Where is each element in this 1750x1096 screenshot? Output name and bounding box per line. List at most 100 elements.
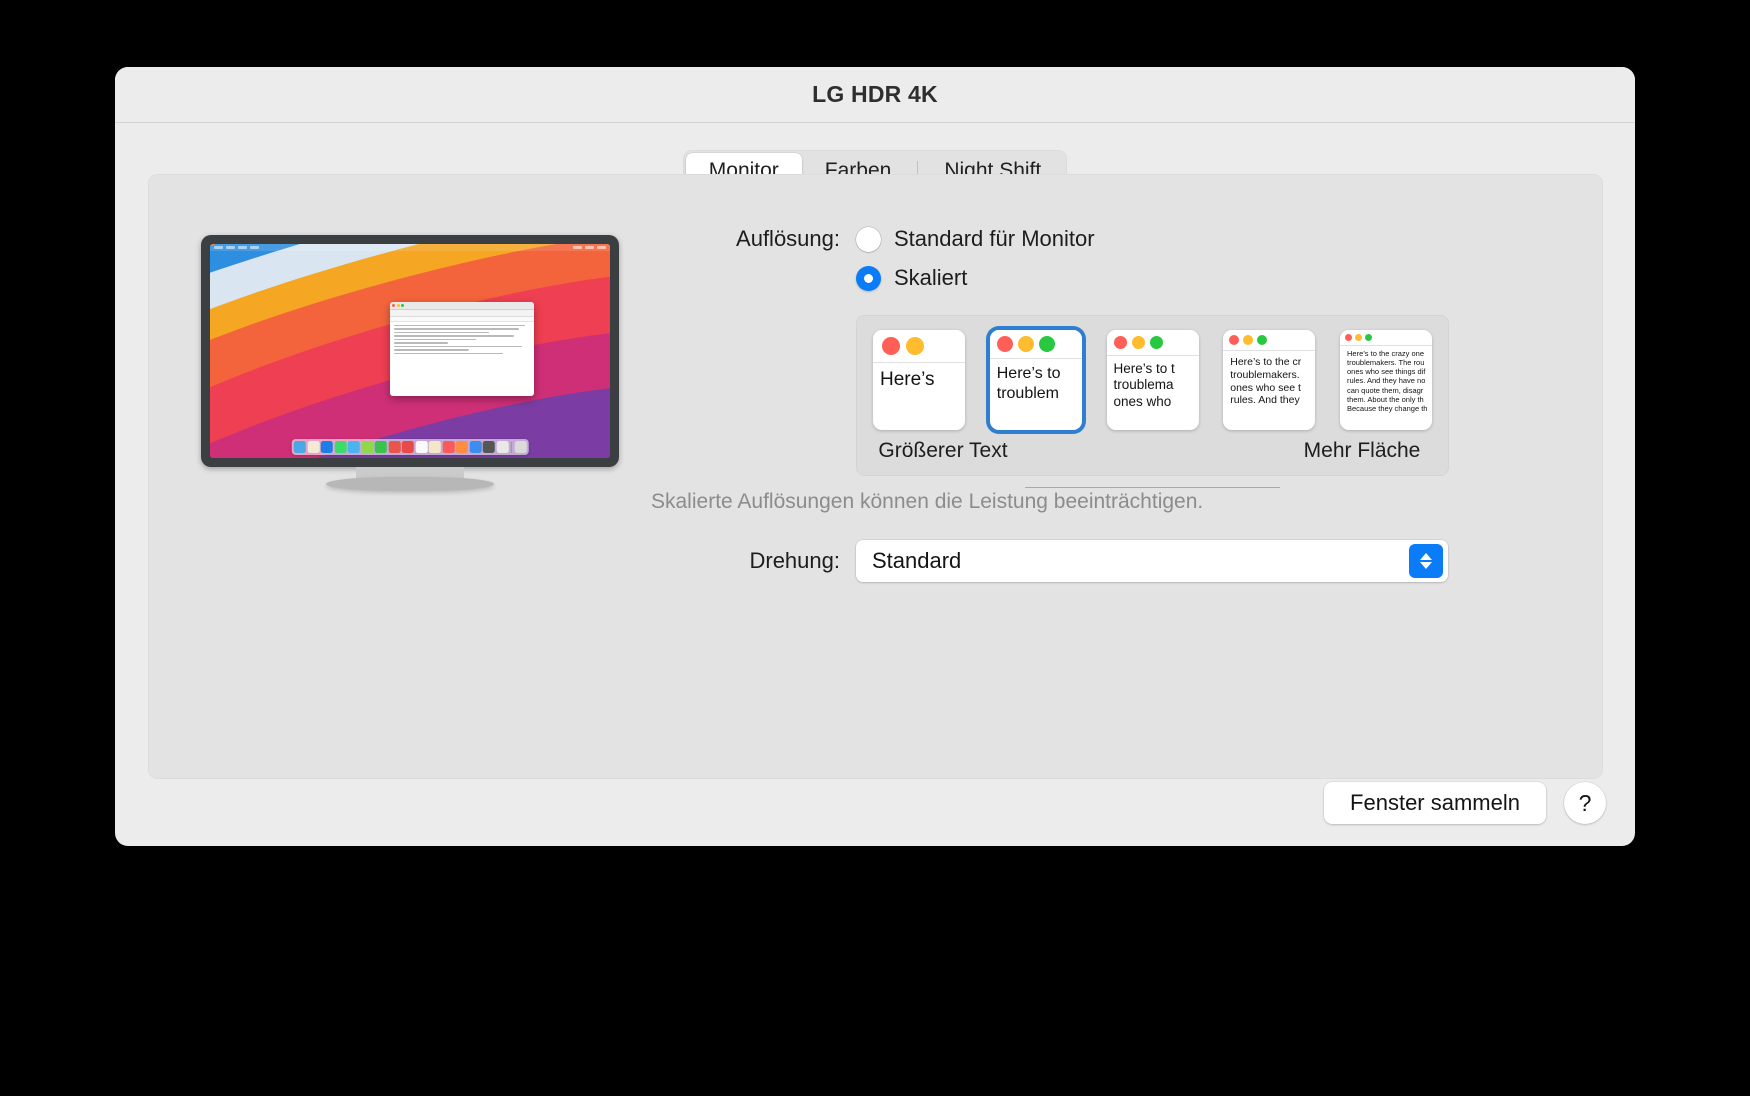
- text-line: [394, 331, 490, 334]
- help-button[interactable]: ?: [1564, 782, 1606, 824]
- dock-icon-calendar: [388, 441, 401, 453]
- monitor-bezel: [201, 235, 619, 467]
- scale-label-larger-text: Größerer Text: [878, 439, 1008, 462]
- chevron-down-icon: [1420, 561, 1432, 569]
- close-icon: [1229, 335, 1240, 345]
- text-line: [394, 335, 514, 337]
- preview-dock: [291, 439, 529, 455]
- resolution-thumbnail-3[interactable]: Here’s to the cr troublemakers. ones who…: [1223, 330, 1316, 430]
- resolution-thumbnail-list: Here’s Here’s to troublem Here’s to t tr…: [873, 330, 1432, 430]
- thumbnail-text: Here’s: [880, 369, 935, 390]
- close-icon: [392, 303, 395, 307]
- maximize-icon: [401, 303, 404, 307]
- resolution-thumbnail-2[interactable]: Here’s to t troublema ones who: [1106, 330, 1199, 430]
- resolution-picker: Here’s Here’s to troublem Here’s to t tr…: [856, 315, 1449, 488]
- radio-skaliert-label: Skaliert: [894, 265, 968, 290]
- dock-icon-finder: [293, 441, 306, 453]
- minimize-icon: [1131, 336, 1145, 349]
- menubar-item: [238, 246, 247, 249]
- thumbnail-text: Here’s to the crazy one troublemakers. T…: [1347, 349, 1428, 413]
- menubar-status-group: [573, 246, 606, 249]
- dock-icon-photos: [401, 441, 414, 453]
- minimize-icon: [906, 337, 924, 355]
- resolution-thumbnail-0[interactable]: Here’s: [873, 330, 965, 430]
- rotation-select[interactable]: Standard: [856, 539, 1448, 582]
- dock-icon-mail: [347, 441, 360, 453]
- preview-window-body: [390, 322, 534, 360]
- thumbnail-text: Here’s to t troublema ones who: [1113, 361, 1175, 409]
- maximize-icon: [1149, 336, 1163, 349]
- text-line: [394, 328, 520, 330]
- display-controls: Auflösung: Standard für Monitor Skaliert: [648, 226, 1568, 582]
- rotation-value: Standard: [872, 547, 962, 573]
- menubar-status-item: [573, 246, 582, 249]
- rotation-label: Drehung:: [749, 547, 840, 573]
- preview-window-toolbar: [390, 309, 534, 317]
- chevron-up-icon: [1420, 552, 1432, 560]
- monitor-settings-panel: Auflösung: Standard für Monitor Skaliert: [148, 174, 1603, 779]
- close-icon: [882, 337, 900, 355]
- dock-icon-safari: [320, 441, 333, 453]
- text-line: [394, 324, 525, 327]
- dock-icon-maps: [361, 441, 374, 453]
- thumbnail-text: Here’s to troublem: [996, 365, 1061, 402]
- menubar-status-item: [585, 246, 594, 249]
- resolution-thumbnail-1[interactable]: Here’s to troublem: [989, 330, 1082, 430]
- thumbnail-titlebar: [989, 330, 1082, 359]
- dock-icon-music: [442, 441, 455, 453]
- maximize-icon: [1257, 335, 1268, 345]
- gather-windows-button[interactable]: Fenster sammeln: [1324, 782, 1546, 824]
- performance-hint: Skalierte Auflösungen können die Leistun…: [651, 489, 1204, 513]
- scale-label-more-space: Mehr Fläche: [1303, 439, 1421, 462]
- resolution-thumbnail-4[interactable]: Here’s to the crazy one troublemakers. T…: [1340, 330, 1432, 430]
- window-titlebar: LG HDR 4K: [115, 67, 1635, 123]
- radio-standard-fuer-monitor[interactable]: [856, 226, 881, 252]
- menubar-item: [226, 246, 235, 249]
- menubar-item: [250, 246, 259, 249]
- dock-divider: [510, 441, 512, 453]
- preview-menubar: [210, 244, 610, 251]
- resolution-label: Auflösung:: [736, 226, 840, 251]
- minimize-icon: [396, 303, 400, 307]
- chevron-updown-icon[interactable]: [1409, 543, 1443, 578]
- text-line: [394, 342, 449, 344]
- preview-window-titlebar: [390, 301, 534, 310]
- thumbnail-titlebar: [1223, 330, 1316, 351]
- resolution-scale-labels: Größerer Text Mehr Fläche: [873, 439, 1432, 488]
- maximize-icon: [1365, 334, 1372, 341]
- preview-textedit-window: [390, 301, 534, 396]
- resolution-option-scaled-row: Skaliert: [648, 265, 1568, 291]
- minimize-icon: [1243, 335, 1254, 345]
- close-icon: [1345, 334, 1352, 341]
- text-line: [394, 352, 503, 355]
- monitor-preview: [201, 235, 619, 497]
- dock-icon-notes: [428, 441, 441, 453]
- dock-icon-appstore: [469, 441, 482, 453]
- dock-icon-launchpad: [307, 441, 320, 453]
- dock-icon-podcasts: [455, 441, 468, 453]
- text-line: [394, 338, 476, 341]
- menubar-clock: [597, 246, 606, 249]
- monitor-screen: [210, 244, 610, 458]
- hint-container: Skalierte Auflösungen können die Leistun…: [648, 490, 1458, 514]
- close-icon: [996, 336, 1013, 352]
- maximize-icon: [1038, 336, 1055, 352]
- thumbnail-titlebar: [1340, 330, 1432, 346]
- dock-icon-facetime: [374, 441, 387, 453]
- monitor-base: [326, 477, 494, 491]
- dock-icon-settings: [482, 441, 495, 453]
- dock-icon-trash: [514, 441, 527, 453]
- dock-icon-textedit: [496, 441, 509, 453]
- dock-icon-reminders: [415, 441, 428, 453]
- resolution-option-default-row: Auflösung: Standard für Monitor: [648, 226, 1568, 252]
- radio-skaliert[interactable]: [856, 265, 881, 291]
- window-footer: Fenster sammeln ?: [1324, 782, 1606, 824]
- minimize-icon: [1017, 336, 1034, 352]
- thumbnail-titlebar: [873, 330, 965, 363]
- resolution-slider-track[interactable]: [1025, 487, 1280, 488]
- text-line: [394, 345, 522, 348]
- rotation-row: Drehung: Standard: [648, 539, 1568, 582]
- menubar-item: [214, 246, 223, 249]
- radio-standard-label: Standard für Monitor: [894, 226, 1095, 251]
- close-icon: [1113, 336, 1127, 349]
